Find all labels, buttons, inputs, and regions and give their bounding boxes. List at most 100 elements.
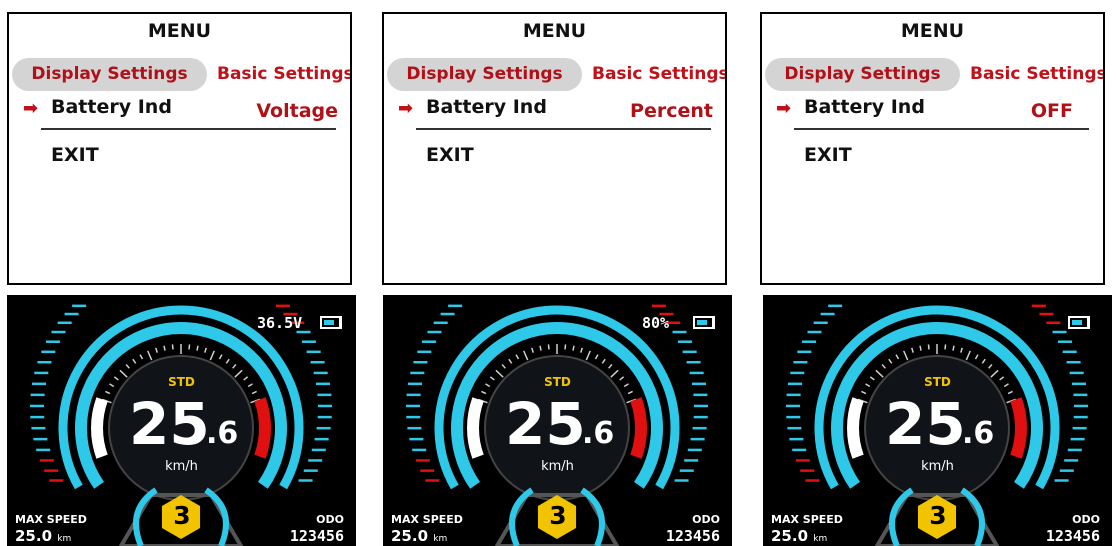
scale-tick	[147, 350, 153, 361]
scale-tick	[911, 347, 914, 353]
menu-title: MENU	[900, 20, 965, 42]
max-speed-label: MAX SPEED	[15, 513, 87, 526]
scale-tick	[572, 345, 575, 351]
scale-tick	[585, 350, 591, 361]
scale-tick	[539, 345, 542, 351]
speed-decimal: .6	[582, 416, 615, 451]
scale-tick	[508, 358, 513, 364]
scale-tick	[564, 344, 567, 350]
scale-tick	[251, 390, 257, 395]
odo-label: ODO	[1072, 513, 1100, 526]
battery-ind-value[interactable]: Voltage	[256, 100, 338, 122]
left-bracket	[91, 397, 108, 459]
tab-basic-settings[interactable]: Basic Settings	[217, 58, 350, 91]
scale-tick	[927, 344, 930, 350]
scale-tick	[965, 350, 971, 361]
speed-unit: km/h	[541, 459, 574, 474]
speed-value: 25	[129, 390, 210, 458]
max-speed-value: 25.0 km	[15, 527, 72, 545]
scale-tick	[903, 350, 909, 361]
tab-display-settings[interactable]: Display Settings	[12, 58, 207, 91]
scale-tick	[627, 390, 633, 395]
gear-level: 3	[929, 501, 947, 530]
wing-right	[580, 487, 605, 546]
arrow-right-icon: ➡	[398, 98, 414, 119]
scale-tick	[594, 354, 599, 360]
scale-tick	[188, 344, 191, 350]
odo-value: 123456	[665, 527, 720, 545]
battery-icon	[693, 316, 715, 329]
mode-label: STD	[924, 375, 951, 389]
scale-tick	[163, 345, 166, 351]
scale-tick	[952, 345, 955, 351]
menu-panel-voltage: MENU Display Settings Basic Settings ➡ B…	[7, 12, 352, 285]
scale-tick	[501, 363, 506, 369]
tab-display-settings[interactable]: Display Settings	[387, 58, 582, 91]
scale-tick	[601, 358, 606, 364]
exit-item[interactable]: EXIT	[804, 144, 852, 166]
scale-tick	[888, 358, 893, 364]
odo-label: ODO	[692, 513, 720, 526]
battery-percent-text: 80%	[642, 314, 670, 332]
scale-tick	[944, 344, 947, 350]
max-speed-label: MAX SPEED	[391, 513, 463, 526]
battery-ind-label[interactable]: Battery Ind	[51, 96, 172, 118]
max-speed-label: MAX SPEED	[771, 513, 843, 526]
scale-tick	[895, 354, 900, 360]
scale-tick	[209, 350, 215, 361]
battery-ind-label[interactable]: Battery Ind	[426, 96, 547, 118]
scale-tick	[105, 390, 111, 395]
speed-decimal: .6	[206, 416, 239, 451]
tab-basic-settings[interactable]: Basic Settings	[970, 58, 1103, 91]
wing-right	[204, 487, 229, 546]
mode-label: STD	[544, 375, 571, 389]
max-speed-value: 25.0 km	[391, 527, 448, 545]
speed-value: 25	[885, 390, 966, 458]
dashboard-voltage: 36.5V STD 25 .6 km/h MAX SPEED 25.0 km O…	[7, 295, 356, 546]
wing-left	[133, 487, 158, 546]
tab-display-settings[interactable]: Display Settings	[765, 58, 960, 91]
max-speed-value: 25.0 km	[771, 527, 828, 545]
scale-tick	[974, 354, 979, 360]
scale-tick	[232, 363, 237, 369]
exit-item[interactable]: EXIT	[51, 144, 99, 166]
divider	[416, 128, 711, 130]
arrow-right-icon: ➡	[776, 98, 792, 119]
wing-left	[509, 487, 534, 546]
scale-tick	[608, 363, 613, 369]
gear-level: 3	[549, 501, 567, 530]
scale-tick	[515, 354, 520, 360]
scale-tick	[531, 347, 534, 353]
menu-title: MENU	[522, 20, 587, 42]
divider	[41, 128, 336, 130]
scale-tick	[523, 350, 529, 361]
scale-tick	[1007, 390, 1013, 395]
right-bracket	[630, 397, 647, 459]
scale-tick	[196, 345, 199, 351]
scale-tick	[171, 344, 174, 350]
scale-tick	[981, 358, 986, 364]
exit-item[interactable]: EXIT	[426, 144, 474, 166]
left-bracket	[847, 397, 864, 459]
right-bracket	[254, 397, 271, 459]
battery-icon	[1068, 316, 1090, 329]
tab-basic-settings[interactable]: Basic Settings	[592, 58, 725, 91]
speed-unit: km/h	[921, 459, 954, 474]
battery-ind-value[interactable]: Percent	[630, 100, 713, 122]
scale-tick	[125, 363, 130, 369]
battery-ind-value[interactable]: OFF	[1031, 100, 1073, 122]
scale-tick	[881, 363, 886, 369]
menu-panel-off: MENU Display Settings Basic Settings ➡ B…	[760, 12, 1105, 285]
menu-panel-percent: MENU Display Settings Basic Settings ➡ B…	[382, 12, 727, 285]
scale-tick	[155, 347, 158, 353]
speed-value: 25	[505, 390, 586, 458]
scale-tick	[580, 347, 583, 353]
arrow-right-icon: ➡	[23, 98, 39, 119]
scale-tick	[988, 363, 993, 369]
scale-tick	[132, 358, 137, 364]
odo-value: 123456	[289, 527, 344, 545]
battery-ind-label[interactable]: Battery Ind	[804, 96, 925, 118]
left-bracket	[467, 397, 484, 459]
right-bracket	[1010, 397, 1027, 459]
gear-level: 3	[173, 501, 191, 530]
